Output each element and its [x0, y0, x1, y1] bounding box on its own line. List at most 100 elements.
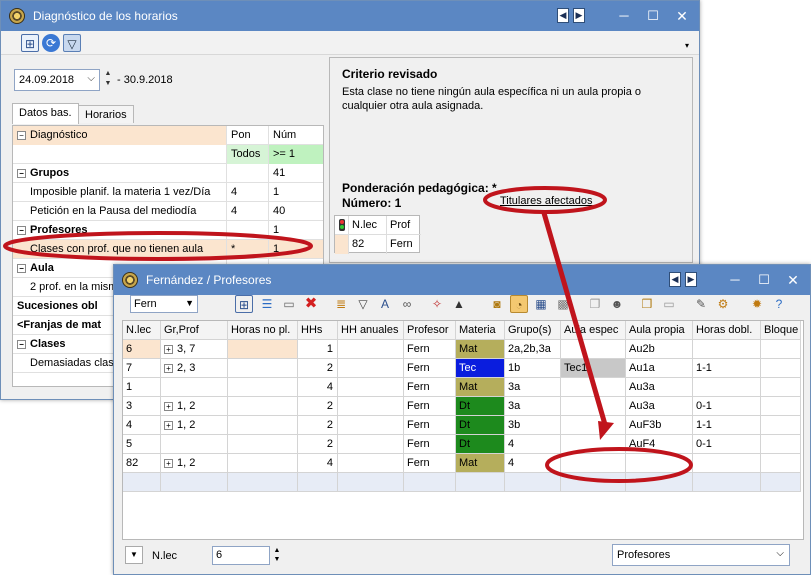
table-cell[interactable]: Fern — [404, 416, 456, 435]
table-cell[interactable]: +1, 2 — [161, 397, 228, 416]
next-arrow-icon[interactable]: ▶ — [685, 272, 697, 287]
prev-arrow-icon[interactable]: ◀ — [557, 8, 569, 23]
table-cell[interactable]: +2, 3 — [161, 359, 228, 378]
minimize-button[interactable]: ─ — [726, 271, 744, 289]
table-cell[interactable]: Fern — [404, 340, 456, 359]
table-cell[interactable] — [505, 473, 561, 492]
maximize-button[interactable]: ☐ — [644, 7, 662, 25]
table-cell[interactable] — [228, 454, 298, 473]
calendar-icon[interactable]: ▦ — [532, 295, 550, 313]
table-row[interactable]: 3 +1, 2 2 Fern Dt 3a Au3a 0-1 — [123, 397, 801, 416]
graduation-cap-icon[interactable]: ▲ — [450, 295, 468, 313]
table-cell[interactable] — [228, 359, 298, 378]
chart-icon[interactable]: ◙ — [488, 295, 506, 313]
mini-cell-nlec[interactable]: 82 — [349, 235, 387, 254]
column-header[interactable]: Profesor — [404, 321, 456, 340]
table-cell[interactable]: Au3a — [626, 397, 693, 416]
table-row[interactable]: 7 +2, 3 2 Fern Tec 1b Tec1 Au1a 1-1 — [123, 359, 801, 378]
table-cell[interactable]: Dt — [456, 435, 505, 454]
collapse-icon[interactable]: − — [17, 131, 26, 140]
table-cell[interactable] — [626, 454, 693, 473]
row-label[interactable]: Petición en la Pausa del mediodía — [13, 202, 227, 221]
table-cell[interactable]: 4 — [123, 416, 161, 435]
table-cell[interactable]: +1, 2 — [161, 416, 228, 435]
nlec-input[interactable]: 6 — [212, 546, 270, 565]
table-cell[interactable]: 4 — [298, 378, 338, 397]
expand-icon[interactable]: + — [164, 345, 173, 354]
table-cell[interactable] — [761, 378, 801, 397]
table-cell[interactable]: 1b — [505, 359, 561, 378]
column-header[interactable]: Gr,Prof — [161, 321, 228, 340]
table-cell[interactable]: 1-1 — [693, 359, 761, 378]
refresh-icon[interactable]: ⟳ — [42, 34, 60, 52]
gear-icon[interactable]: ✹ — [748, 295, 766, 313]
link-icon[interactable]: ∞ — [398, 295, 416, 313]
table-cell[interactable]: 2 — [298, 416, 338, 435]
table-cell[interactable]: 7 — [123, 359, 161, 378]
table-cell[interactable] — [228, 378, 298, 397]
grid-settings-icon[interactable]: ▩ — [554, 295, 572, 313]
table-row[interactable] — [123, 473, 801, 492]
row-label[interactable]: − Profesores — [13, 221, 227, 240]
table-cell[interactable] — [228, 416, 298, 435]
row-num[interactable]: 1 — [269, 240, 323, 259]
table-cell[interactable]: Mat — [456, 454, 505, 473]
users-icon[interactable]: ☻ — [608, 295, 626, 313]
close-button[interactable]: ✕ — [673, 7, 691, 25]
row-num[interactable]: 1 — [269, 183, 323, 202]
table-cell[interactable] — [761, 340, 801, 359]
row-pon[interactable] — [227, 221, 269, 240]
tab-datos-bas[interactable]: Datos bas. — [12, 103, 79, 124]
row-pon[interactable] — [227, 164, 269, 183]
table-cell[interactable] — [693, 473, 761, 492]
table-cell[interactable] — [338, 397, 404, 416]
titlebar[interactable]: Fernández / Profesores ◀ ▶ ─ ☐ ✕ — [114, 265, 810, 295]
table-cell[interactable] — [161, 435, 228, 454]
settings-icon[interactable]: ⚙ — [714, 295, 732, 313]
column-header[interactable]: Bloque — [761, 321, 801, 340]
minimize-button[interactable]: ─ — [615, 7, 633, 25]
table-row[interactable]: 6 +3, 7 1 Fern Mat 2a,2b,3a Au2b — [123, 340, 801, 359]
collapse-icon[interactable]: − — [17, 226, 26, 235]
table-cell[interactable] — [228, 340, 298, 359]
chevron-down-icon[interactable]: ▼ — [185, 298, 194, 308]
row-num[interactable]: 40 — [269, 202, 323, 221]
table-cell[interactable] — [338, 416, 404, 435]
table-row[interactable]: 1 4 Fern Mat 3a Au3a — [123, 378, 801, 397]
table-cell[interactable] — [761, 416, 801, 435]
table-cell[interactable] — [123, 473, 161, 492]
print-icon[interactable]: ▭ — [660, 295, 678, 313]
table-cell[interactable] — [561, 435, 626, 454]
delete-icon[interactable]: ✖ — [302, 295, 320, 313]
column-header[interactable]: Horas no pl. — [228, 321, 298, 340]
row-label[interactable]: Imposible planif. la materia 1 vez/Día — [13, 183, 227, 202]
table-cell[interactable]: 2 — [298, 359, 338, 378]
filter-pon[interactable]: Todos — [227, 145, 269, 164]
table-cell[interactable]: Au2b — [626, 340, 693, 359]
table-row[interactable]: 4 +1, 2 2 Fern Dt 3b AuF3b 1-1 — [123, 416, 801, 435]
table-cell[interactable] — [161, 473, 228, 492]
wand-icon[interactable]: ✧ — [428, 295, 446, 313]
mini-col-nlec[interactable]: N.lec — [349, 216, 387, 235]
collapse-icon[interactable]: − — [17, 264, 26, 273]
col-diag[interactable]: − Diagnóstico — [13, 126, 227, 145]
expand-icon[interactable]: + — [164, 459, 173, 468]
collapse-icon[interactable]: − — [17, 169, 26, 178]
maximize-button[interactable]: ☐ — [755, 271, 773, 289]
table-cell[interactable] — [761, 435, 801, 454]
table-cell[interactable]: 3a — [505, 378, 561, 397]
date-picker[interactable]: 24.09.2018 ⌵ — [14, 69, 100, 91]
table-cell[interactable]: 1-1 — [693, 416, 761, 435]
grid-add-icon[interactable]: ⊞ — [235, 295, 253, 313]
row-pon[interactable]: 4 — [227, 202, 269, 221]
row-pon[interactable]: * — [227, 240, 269, 259]
column-header[interactable]: Horas dobl. — [693, 321, 761, 340]
table-cell[interactable]: Fern — [404, 397, 456, 416]
table-cell[interactable]: 6 — [123, 340, 161, 359]
table-cell[interactable] — [693, 378, 761, 397]
table-cell[interactable] — [404, 473, 456, 492]
filter-icon[interactable]: ▽ — [63, 34, 81, 52]
table-cell[interactable] — [761, 454, 801, 473]
table-cell[interactable] — [761, 359, 801, 378]
row-label[interactable]: − Grupos — [13, 164, 227, 183]
